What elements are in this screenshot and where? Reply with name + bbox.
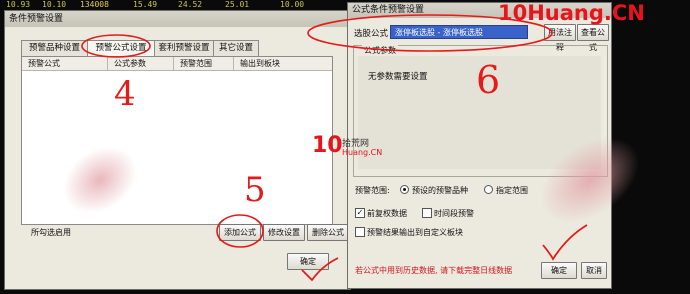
step-4-annotation: 4	[114, 74, 136, 114]
view-formula-button[interactable]: 查看公式	[577, 24, 609, 52]
no-params-text: 无参数需要设置	[368, 72, 428, 82]
ticker-value: 10.00	[280, 0, 305, 9]
column-range[interactable]: 预警范围	[174, 57, 234, 70]
ticker-value: 25.01	[225, 0, 250, 9]
output-to-block-checkbox[interactable]	[355, 227, 365, 237]
time-period-checkbox[interactable]	[422, 208, 432, 218]
tab-alert-formulas[interactable]: 预警公式设置	[87, 40, 155, 57]
dialog-ok-button[interactable]: 确定	[541, 262, 577, 279]
site-logo: 10 拾荒网 Huang.CN	[312, 133, 392, 163]
time-period-label: 时间段预警	[434, 209, 474, 218]
range-preset-label: 预设的预警品种	[412, 186, 468, 195]
history-data-note: 若公式中用到历史数据, 请下载完整日线数据	[355, 266, 513, 275]
tab-arbitrage-alerts[interactable]: 套利预警设置	[154, 40, 214, 56]
ticker-value: 24.52	[178, 0, 203, 9]
column-formula[interactable]: 预警公式	[22, 57, 108, 70]
dialog-cancel-button[interactable]: 取消	[581, 262, 607, 279]
logo-mark: 10	[312, 133, 343, 158]
range-custom-radio[interactable]	[484, 185, 493, 194]
tab-alert-instruments[interactable]: 预警品种设置	[21, 40, 88, 56]
logo-domain: Huang.CN	[342, 148, 383, 157]
alert-range-label: 预警范围:	[355, 186, 390, 195]
ticker-value: 10.10	[42, 0, 67, 9]
quote-ticker-strip: 10.93 10.10 134008 15.49 24.52 25.01 10.…	[0, 0, 350, 10]
ok-button[interactable]: 确定	[287, 253, 329, 270]
alert-settings-window: 条件预警设置 预警品种设置 预警公式设置 套利预警设置 其它设置 预警公式 公式…	[4, 10, 351, 290]
step-5-annotation: 5	[244, 170, 266, 210]
range-custom-label: 指定范围	[496, 186, 528, 195]
edit-settings-button[interactable]: 修改设置	[263, 224, 305, 241]
ticker-value: 134008	[80, 0, 109, 9]
adjusted-data-checkbox[interactable]: ✓	[355, 208, 365, 218]
params-group-label: 公式参数	[362, 45, 398, 56]
tab-other-settings[interactable]: 其它设置	[213, 40, 259, 56]
column-params[interactable]: 公式参数	[108, 57, 174, 70]
select-formula-label: 选股公式	[354, 29, 389, 39]
range-preset-radio[interactable]	[400, 185, 409, 194]
window-title: 条件预警设置	[5, 11, 350, 27]
site-watermark: 10Huang.CN	[498, 1, 645, 25]
add-formula-button[interactable]: 添加公式	[219, 224, 261, 241]
enable-label: 所勾选启用	[31, 228, 71, 237]
ticker-value: 10.93	[6, 0, 31, 9]
adjusted-data-label: 前复权数据	[367, 209, 407, 218]
formula-list-header: 预警公式 公式参数 预警范围 输出到板块	[22, 57, 332, 71]
usage-notes-button[interactable]: 用法注释	[544, 24, 576, 52]
ticker-value: 15.49	[133, 0, 158, 9]
output-to-block-label: 预警结果输出到自定义板块	[367, 228, 463, 237]
column-output-block[interactable]: 输出到板块	[234, 57, 332, 70]
step-6-annotation: 6	[476, 58, 501, 102]
formula-select[interactable]: 涨停板选股 - 涨停板选股	[390, 25, 528, 39]
delete-formula-button[interactable]: 删除公式	[307, 224, 349, 241]
